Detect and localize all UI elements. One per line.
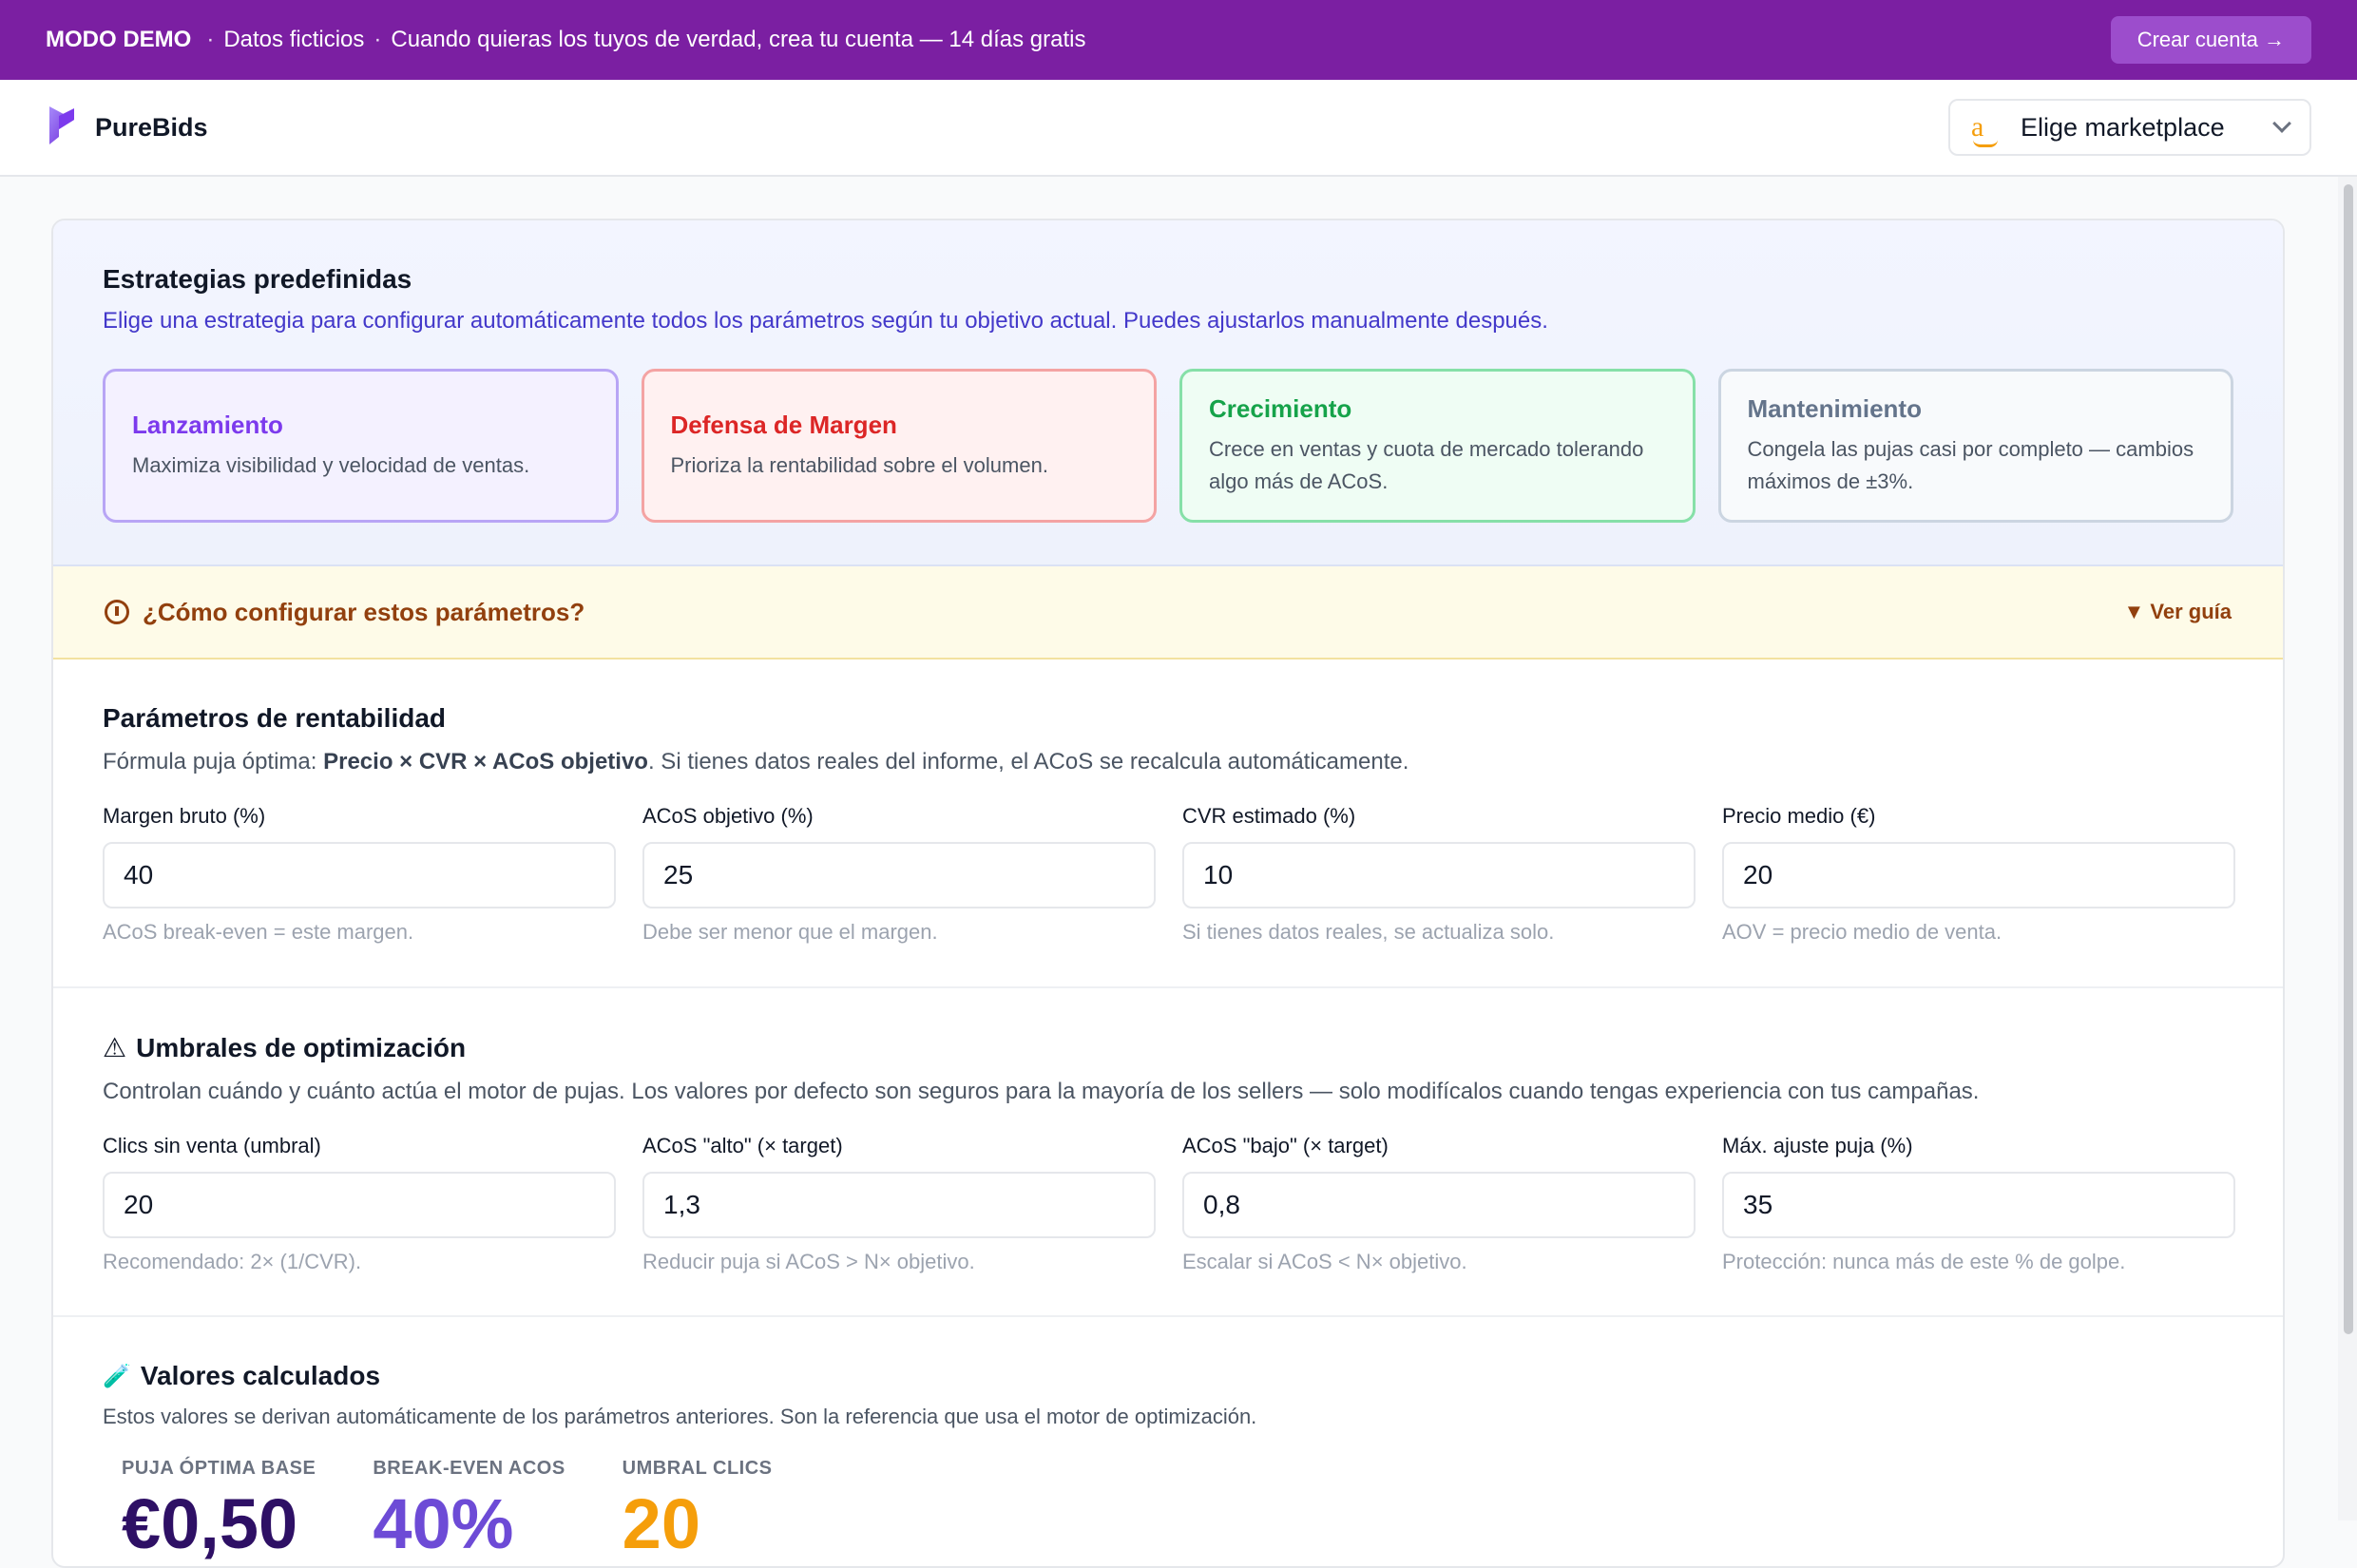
- amazon-logo-icon: a: [1971, 111, 1998, 147]
- calculated-header: 🧪 Valores calculados: [103, 1361, 2233, 1391]
- field-label: Máx. ajuste puja (%): [1722, 1134, 1913, 1157]
- thresholds-section: ⚠ Umbrales de optimización Controlan cuá…: [53, 988, 2283, 1317]
- marketplace-select[interactable]: a Elige marketplace: [1948, 99, 2311, 156]
- gross-margin-field: Margen bruto (%) ACoS break-even = este …: [103, 804, 616, 945]
- strategy-name: Lanzamiento: [132, 410, 283, 439]
- estimated-cvr-field: CVR estimado (%) Si tienes datos reales,…: [1182, 804, 1696, 945]
- field-label: ACoS objetivo (%): [642, 804, 814, 828]
- strategy-name: Mantenimiento: [1747, 393, 1922, 423]
- metric-label: PUJA ÓPTIMA BASE: [122, 1458, 316, 1479]
- strategy-growth-card[interactable]: Crecimiento Crece en ventas y cuota de m…: [1179, 369, 1696, 523]
- strategy-list: Lanzamiento Maximiza visibilidad y veloc…: [103, 369, 2233, 523]
- field-hint: ACoS break-even = este margen.: [103, 920, 414, 944]
- metric-value: 40%: [373, 1484, 514, 1563]
- low-acos-input[interactable]: [1182, 1172, 1696, 1238]
- thresholds-header: ⚠ Umbrales de optimización: [103, 1032, 2233, 1063]
- calculated-description: Estos valores se derivan automáticamente…: [103, 1405, 1257, 1428]
- banner-fake-data: Datos ficticios: [223, 27, 365, 52]
- field-hint: Reducir puja si ACoS > N× objetivo.: [642, 1250, 975, 1273]
- warning-icon: ⚠: [103, 1033, 127, 1062]
- demo-banner: MODO DEMO · Datos ficticios · Cuando qui…: [0, 0, 2357, 80]
- strategy-name: Defensa de Margen: [670, 410, 897, 439]
- settings-card: Estrategias predefinidas Elige una estra…: [51, 219, 2285, 1568]
- strategies-description: Elige una estrategia para configurar aut…: [103, 308, 1548, 334]
- banner-separator: ·: [374, 27, 382, 52]
- field-hint: Recomendado: 2× (1/CVR).: [103, 1250, 362, 1273]
- calculated-values-section: 🧪 Valores calculados Estos valores se de…: [53, 1317, 2283, 1564]
- demo-mode-label: MODO DEMO: [46, 27, 192, 52]
- high-acos-field: ACoS "alto" (× target) Reducir puja si A…: [642, 1134, 1156, 1274]
- thresholds-title: Umbrales de optimización: [136, 1032, 467, 1062]
- metric-optimal-bid: PUJA ÓPTIMA BASE €0,50: [122, 1458, 316, 1564]
- threshold-fields: Clics sin venta (umbral) Recomendado: 2×…: [103, 1134, 2235, 1274]
- metric-click-threshold: UMBRAL CLICS 20: [623, 1458, 773, 1564]
- marketplace-label: Elige marketplace: [2021, 112, 2225, 142]
- field-label: Precio medio (€): [1722, 804, 1876, 828]
- brand[interactable]: PureBids: [46, 105, 208, 151]
- create-account-button[interactable]: Crear cuenta →: [2110, 16, 2311, 64]
- guide-toggle-bar[interactable]: ¿Cómo configurar estos parámetros? ▼ Ver…: [53, 566, 2283, 660]
- metric-value: 20: [622, 1484, 700, 1563]
- estimated-cvr-input[interactable]: [1182, 842, 1696, 908]
- clicks-no-sale-field: Clics sin venta (umbral) Recomendado: 2×…: [103, 1134, 616, 1274]
- test-tube-icon: 🧪: [103, 1363, 131, 1389]
- view-guide-link[interactable]: ▼ Ver guía: [2124, 600, 2232, 624]
- strategy-launch-card[interactable]: Lanzamiento Maximiza visibilidad y veloc…: [103, 369, 619, 523]
- profitability-description: Fórmula puja óptima: Precio × CVR × ACoS…: [103, 749, 1409, 774]
- purebids-logo-icon: [46, 105, 82, 151]
- gross-margin-input[interactable]: [103, 842, 616, 908]
- average-price-input[interactable]: [1722, 842, 2235, 908]
- profitability-section: Parámetros de rentabilidad Fórmula puja …: [53, 660, 2283, 988]
- banner-separator: ·: [206, 27, 215, 52]
- strategy-description: Prioriza la rentabilidad sobre el volume…: [670, 452, 1048, 477]
- thresholds-description: Controlan cuándo y cuánto actúa el motor…: [103, 1079, 1980, 1104]
- strategies-title: Estrategias predefinidas: [103, 264, 412, 294]
- field-hint: Escalar si ACoS < N× objetivo.: [1182, 1250, 1467, 1273]
- page-scrollbar[interactable]: [2338, 177, 2357, 1520]
- info-icon: [105, 600, 129, 624]
- calculated-title: Valores calculados: [140, 1361, 381, 1390]
- strategy-description: Maximiza visibilidad y velocidad de vent…: [132, 452, 530, 477]
- field-label: CVR estimado (%): [1182, 804, 1356, 828]
- metric-value: €0,50: [122, 1484, 298, 1563]
- field-hint: Protección: nunca más de este % de golpe…: [1722, 1250, 2126, 1273]
- strategy-description: Crece en ventas y cuota de mercado toler…: [1209, 436, 1644, 493]
- strategies-section: Estrategias predefinidas Elige una estra…: [53, 220, 2283, 566]
- calculated-metrics: PUJA ÓPTIMA BASE €0,50 BREAK-EVEN ACOS 4…: [103, 1458, 2233, 1564]
- guide-question: ¿Cómo configurar estos parámetros?: [143, 597, 585, 626]
- field-hint: Si tienes datos reales, se actualiza sol…: [1182, 920, 1555, 944]
- strategy-maintenance-card[interactable]: Mantenimiento Congela las pujas casi por…: [1717, 369, 2233, 523]
- profitability-title: Parámetros de rentabilidad: [103, 703, 447, 733]
- field-hint: AOV = precio medio de venta.: [1722, 920, 2002, 944]
- chevron-down-icon: [2272, 114, 2291, 133]
- scrollbar-thumb[interactable]: [2344, 184, 2353, 1334]
- strategy-description: Congela las pujas casi por completo — ca…: [1747, 436, 2194, 493]
- low-acos-field: ACoS "bajo" (× target) Escalar si ACoS <…: [1182, 1134, 1696, 1274]
- max-bid-adjust-field: Máx. ajuste puja (%) Protección: nunca m…: [1722, 1134, 2235, 1274]
- formula-text: Precio × CVR × ACoS objetivo: [323, 749, 648, 774]
- field-label: Margen bruto (%): [103, 804, 266, 828]
- target-acos-input[interactable]: [642, 842, 1156, 908]
- high-acos-input[interactable]: [642, 1172, 1156, 1238]
- target-acos-field: ACoS objetivo (%) Debe ser menor que el …: [642, 804, 1156, 945]
- clicks-no-sale-input[interactable]: [103, 1172, 616, 1238]
- average-price-field: Precio medio (€) AOV = precio medio de v…: [1722, 804, 2235, 945]
- metric-break-even-acos: BREAK-EVEN ACOS 40%: [373, 1458, 565, 1564]
- max-bid-adjust-input[interactable]: [1722, 1172, 2235, 1238]
- strategy-name: Crecimiento: [1209, 393, 1352, 423]
- metric-label: UMBRAL CLICS: [622, 1458, 773, 1479]
- brand-name: PureBids: [95, 112, 208, 142]
- field-label: ACoS "bajo" (× target): [1182, 1134, 1389, 1157]
- field-hint: Debe ser menor que el margen.: [642, 920, 938, 944]
- metric-label: BREAK-EVEN ACOS: [373, 1458, 565, 1479]
- profitability-fields: Margen bruto (%) ACoS break-even = este …: [103, 804, 2235, 945]
- strategy-margin-defense-card[interactable]: Defensa de Margen Prioriza la rentabilid…: [641, 369, 1157, 523]
- field-label: Clics sin venta (umbral): [103, 1134, 321, 1157]
- app-header: PureBids a Elige marketplace: [0, 80, 2357, 177]
- banner-message: Cuando quieras los tuyos de verdad, crea…: [391, 27, 1086, 52]
- field-label: ACoS "alto" (× target): [642, 1134, 843, 1157]
